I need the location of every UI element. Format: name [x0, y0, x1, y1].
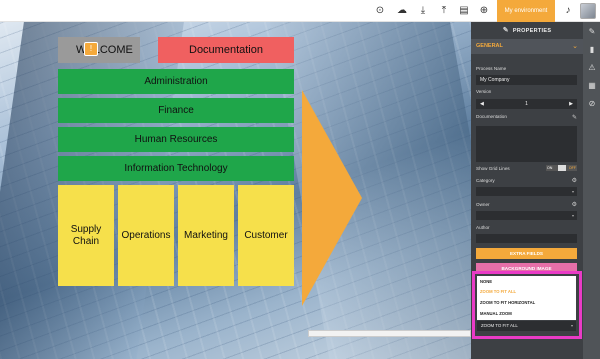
notes-icon[interactable]: ▦	[587, 81, 597, 91]
properties-title: PROPERTIES	[512, 28, 552, 34]
unit-marketing[interactable]: Marketing	[178, 185, 234, 286]
show-grid-lines-label: Show Grid Lines	[476, 166, 510, 171]
documentation-textarea[interactable]	[476, 126, 577, 162]
upload-icon[interactable]: ⤒	[437, 4, 451, 18]
welcome-block[interactable]: WELCOME	[58, 37, 140, 63]
owner-select[interactable]: ▾	[476, 211, 577, 220]
author-input[interactable]	[476, 234, 577, 243]
category-select[interactable]: ▾	[476, 187, 577, 196]
department-administration[interactable]: Administration	[58, 69, 294, 94]
version-label: Version	[476, 89, 492, 94]
toggle-off-label: OFF	[568, 166, 576, 170]
owner-label: Owner	[476, 202, 490, 207]
process-name-input[interactable]: My Company	[476, 75, 577, 85]
add-circle-icon[interactable]: ⊕	[477, 4, 491, 18]
category-label: Category	[476, 178, 495, 183]
right-tool-strip: ✎ ▮ ⚠ ▦ ⊘	[583, 22, 600, 359]
bell-icon[interactable]: ♪	[561, 4, 575, 18]
pencil-icon[interactable]: ✎	[572, 114, 577, 121]
focus-icon[interactable]: ⊙	[373, 4, 387, 18]
avatar[interactable]	[580, 3, 596, 19]
unit-supply-chain[interactable]: Supply Chain	[58, 185, 114, 286]
wrench-icon: ✎	[502, 27, 509, 34]
general-section-title: GENERAL	[476, 43, 503, 49]
department-finance[interactable]: Finance	[58, 98, 294, 123]
welcome-badge-icon: !	[84, 42, 98, 56]
documentation-label: Documentation	[476, 114, 507, 119]
next-version-icon[interactable]: ▶	[569, 99, 573, 109]
highlight-box	[472, 271, 582, 339]
environment-button[interactable]: My environment	[497, 0, 555, 22]
chevron-down-icon: ▾	[571, 189, 574, 194]
department-human-resources[interactable]: Human Resources	[58, 127, 294, 152]
author-label: Author	[476, 225, 490, 230]
chevron-down-icon[interactable]: ⌄	[572, 39, 578, 54]
warning-icon[interactable]: ⚠	[587, 63, 597, 73]
documentation-block[interactable]: Documentation	[158, 37, 294, 63]
unit-customer[interactable]: Customer	[238, 185, 294, 286]
grid-lines-toggle[interactable]: ON OFF	[546, 165, 577, 171]
attachment-icon[interactable]: ⊘	[587, 99, 597, 109]
brush-icon[interactable]: ▮	[587, 45, 597, 55]
horizontal-scrollbar[interactable]	[308, 330, 471, 337]
toggle-knob	[558, 165, 566, 171]
process-arrow[interactable]	[300, 88, 364, 308]
folder-icon[interactable]: ▤	[457, 4, 471, 18]
toggle-on-label: ON	[547, 166, 553, 170]
process-name-label: Process Name	[476, 66, 507, 71]
download-icon[interactable]: ⤓	[416, 4, 430, 18]
gear-icon[interactable]: ⚙	[572, 177, 577, 184]
properties-header: ✎ PROPERTIES	[471, 22, 583, 39]
extra-fields-button[interactable]: EXTRA FIELDS	[476, 248, 577, 259]
chevron-down-icon: ▾	[571, 213, 574, 218]
version-value: 1	[525, 101, 528, 107]
unit-operations[interactable]: Operations	[118, 185, 174, 286]
wrench-icon[interactable]: ✎	[587, 27, 597, 37]
cloud-icon[interactable]: ☁	[395, 4, 409, 18]
previous-version-icon[interactable]: ◀	[480, 99, 484, 109]
version-stepper[interactable]: ◀ 1 ▶	[476, 99, 577, 109]
top-toolbar: ⊙ ☁ ⤓ ⤒ ▤ ⊕ + My environment ♪	[0, 0, 600, 22]
general-section-header[interactable]: GENERAL ⌄	[471, 39, 583, 54]
gear-icon[interactable]: ⚙	[572, 201, 577, 208]
department-information-technology[interactable]: Information Technology	[58, 156, 294, 181]
